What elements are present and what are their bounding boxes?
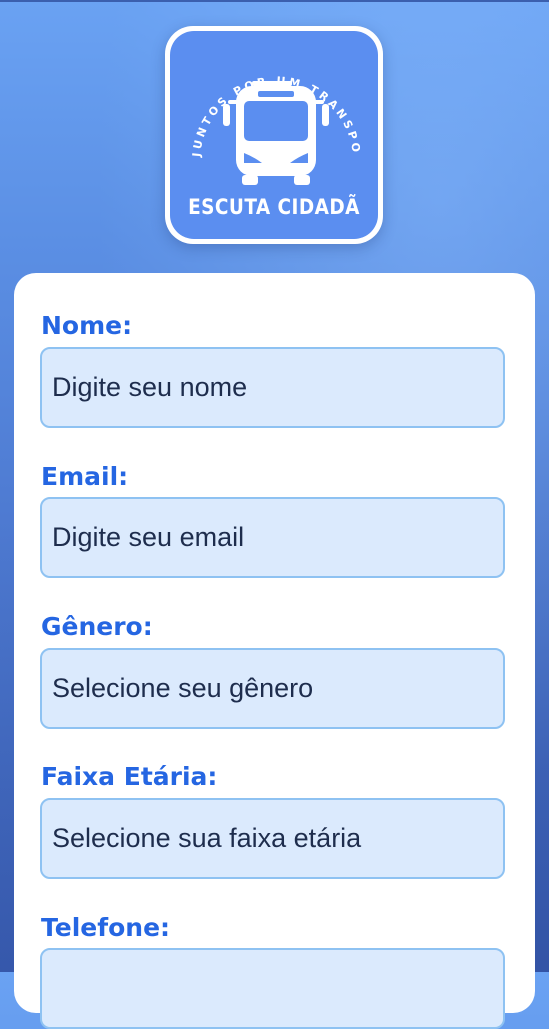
genero-select[interactable]: Selecione seu gênero: [40, 648, 505, 729]
email-input[interactable]: [42, 499, 503, 576]
logo-badge: JUNTOS POR UM TRANSPORTE MELHOR ESCUTA C…: [170, 31, 378, 239]
top-edge: [0, 0, 549, 2]
nome-label: Nome:: [41, 311, 133, 340]
telefone-label: Telefone:: [41, 913, 171, 942]
email-label: Email:: [41, 462, 129, 491]
faixa-etaria-select-value: Selecione sua faixa etária: [52, 823, 362, 853]
genero-select-value: Selecione seu gênero: [52, 673, 314, 703]
telefone-input[interactable]: [42, 950, 503, 1027]
telefone-field[interactable]: [40, 948, 505, 1029]
form-card: Nome: Email: Gênero: Selecione seu gêner…: [14, 273, 535, 1029]
genero-label: Gênero:: [41, 612, 153, 641]
faixa-etaria-select[interactable]: Selecione sua faixa etária: [40, 798, 505, 879]
nome-field[interactable]: [40, 347, 505, 428]
nome-input[interactable]: [42, 349, 503, 426]
app-logo: JUNTOS POR UM TRANSPORTE MELHOR ESCUTA C…: [165, 26, 383, 244]
email-field[interactable]: [40, 497, 505, 578]
faixa-etaria-label: Faixa Etária:: [41, 762, 218, 791]
logo-title: ESCUTA CIDADÃ: [188, 195, 360, 219]
